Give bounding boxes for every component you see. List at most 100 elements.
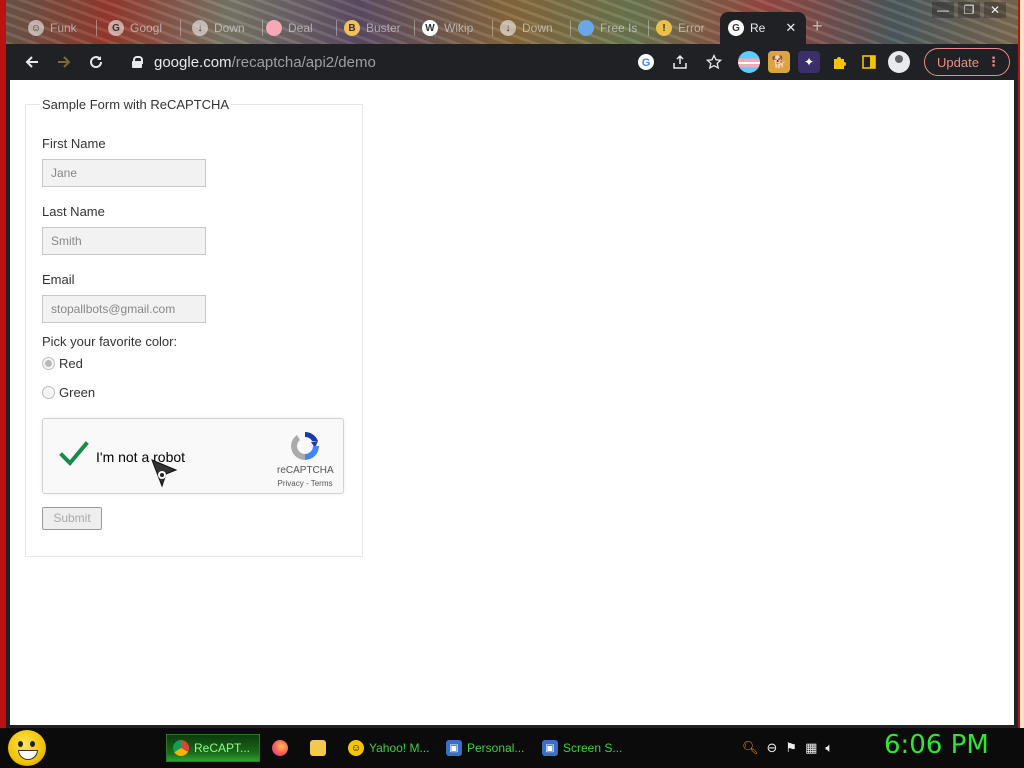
tab-label: Down — [214, 21, 245, 35]
url-path: /recaptcha/api2/demo — [231, 53, 376, 71]
svg-text:G: G — [642, 57, 651, 69]
ufo-extension-icon[interactable]: ✦ — [798, 51, 820, 73]
checkmark-icon[interactable] — [59, 439, 89, 469]
reload-icon — [90, 56, 103, 69]
download-favicon-icon: ↓ — [500, 20, 516, 36]
doge-extension-icon[interactable]: 🐕 — [768, 51, 790, 73]
tab-label: Error — [678, 21, 705, 35]
tab-recaptcha-active[interactable]: G Re ✕ — [720, 12, 806, 44]
tab-2[interactable]: G Googl — [100, 14, 176, 42]
page-content: Sample Form with ReCAPTCHA First Name La… — [10, 80, 1014, 725]
share-icon[interactable] — [668, 50, 692, 74]
tab-label: Re — [750, 21, 766, 35]
tab-3[interactable]: ↓ Down — [184, 14, 260, 42]
tab-label: Free Is — [600, 21, 638, 35]
url-host: google.com — [154, 53, 232, 71]
error-favicon-icon: ! — [656, 20, 672, 36]
close-window-button[interactable]: ✕ — [984, 2, 1006, 18]
google-favicon-icon: G — [728, 20, 744, 36]
google-lens-icon[interactable]: G — [634, 50, 658, 74]
tab-6[interactable]: W Wikip — [414, 14, 490, 42]
tab-7[interactable]: ↓ Down — [492, 14, 568, 42]
form-body: First Name Last Name Email Pick your fav… — [25, 97, 363, 557]
taskbar-item-yahoo[interactable]: ☺ Yahoo! M... — [342, 734, 434, 762]
tab-label: Funk — [50, 21, 77, 35]
color-option-red[interactable]: Red — [42, 356, 83, 371]
bookmark-star-icon[interactable] — [702, 50, 726, 74]
side-panel-icon[interactable] — [858, 51, 880, 73]
green-radio[interactable] — [42, 386, 55, 399]
taskbar-clock[interactable]: 6:06 PM — [884, 730, 989, 760]
monitor-icon: ▣ — [542, 740, 558, 756]
color-prompt: Pick your favorite color: — [42, 334, 178, 349]
taskbar-label: Screen S... — [563, 741, 623, 755]
tab-label: Buster — [366, 21, 401, 35]
back-button[interactable] — [16, 46, 48, 78]
update-label: Update — [937, 54, 979, 70]
recaptcha-brand: reCAPTCHA — [277, 465, 334, 476]
red-radio-label: Red — [59, 356, 83, 371]
buster-favicon-icon: B — [344, 20, 360, 36]
color-option-green[interactable]: Green — [42, 385, 95, 400]
tab-label: Down — [522, 21, 553, 35]
new-tab-button[interactable]: + — [812, 16, 823, 37]
mouse-cursor-icon — [151, 459, 178, 488]
taskbar-item-screen[interactable]: ▣ Screen S... — [536, 734, 628, 762]
volume-icon[interactable]: 🔈︎ — [825, 740, 833, 756]
taskbar-label: Personal... — [467, 741, 525, 755]
puzzle-extensions-icon[interactable] — [828, 51, 850, 73]
recaptcha-logo-icon — [291, 432, 319, 460]
flag-icon[interactable]: ⚑ — [785, 740, 797, 756]
arrow-left-icon — [25, 56, 38, 68]
google-favicon-icon: G — [108, 20, 124, 36]
profile-avatar-icon[interactable] — [888, 51, 910, 73]
monitor-icon: ▣ — [446, 740, 462, 756]
last-name-field[interactable] — [42, 227, 206, 255]
taskbar-item-folder[interactable] — [304, 734, 334, 762]
minimize-button[interactable]: — — [932, 2, 954, 18]
start-smiley-button[interactable] — [8, 730, 46, 766]
emoji-favicon-icon: ☺ — [28, 20, 44, 36]
tab-label: Deal — [288, 21, 313, 35]
tab-5[interactable]: B Buster — [336, 14, 412, 42]
yahoo-messenger-icon: ☺ — [348, 740, 364, 756]
submit-button[interactable]: Submit — [42, 507, 102, 530]
minus-circle-icon[interactable]: ⊖ — [767, 740, 778, 756]
taskbar-item-firefox[interactable] — [266, 734, 296, 762]
tab-9[interactable]: ! Error — [648, 14, 724, 42]
chrome-icon — [173, 740, 189, 756]
red-radio[interactable] — [42, 357, 55, 370]
tab-1[interactable]: ☺ Funk — [20, 14, 90, 42]
taskbar-item-personal[interactable]: ▣ Personal... — [440, 734, 532, 762]
tab-8[interactable]: Free Is — [570, 14, 646, 42]
taskbar-label: ReCAPT... — [194, 741, 251, 755]
lock-icon[interactable] — [132, 56, 143, 68]
taskbar-item-recaptcha[interactable]: ReCAPT... — [166, 734, 260, 762]
first-name-field[interactable] — [42, 159, 206, 187]
email-field[interactable] — [42, 295, 206, 323]
update-button[interactable]: Update ⋮ — [924, 48, 1010, 76]
taskbar-label: Yahoo! M... — [369, 741, 430, 755]
tab-close-icon[interactable]: ✕ — [785, 20, 796, 36]
flag-favicon-icon — [266, 20, 282, 36]
window-controls: — ❐ ✕ — [932, 2, 1006, 18]
privacy-terms-links[interactable]: Privacy - Terms — [275, 479, 335, 488]
first-name-label: First Name — [42, 136, 106, 151]
reload-button[interactable] — [80, 46, 112, 78]
folder-icon — [310, 740, 326, 756]
browser-toolbar: google.com/recaptcha/api2/demo G 🐕 ✦ Upd… — [6, 44, 1018, 80]
system-tray: 🔍︎ ⊖ ⚑ ▦ 🔈︎ — [742, 734, 833, 762]
pride-flag-extension-icon[interactable] — [738, 51, 760, 73]
menu-dots-icon[interactable]: ⋮ — [987, 54, 1000, 70]
firefox-icon — [272, 740, 288, 756]
bottle-favicon-icon — [578, 20, 594, 36]
search-icon[interactable]: 🔍︎ — [742, 740, 759, 756]
forward-button[interactable] — [48, 46, 80, 78]
tab-label: Googl — [130, 21, 163, 35]
network-icon[interactable]: ▦ — [805, 740, 817, 756]
wikipedia-favicon-icon: W — [422, 20, 438, 36]
tab-strip: ☺ Funk G Googl ↓ Down Deal B Buster W Wi… — [6, 0, 1018, 44]
browser-window: ☺ Funk G Googl ↓ Down Deal B Buster W Wi… — [6, 0, 1018, 728]
maximize-button[interactable]: ❐ — [958, 2, 980, 18]
tab-4[interactable]: Deal — [258, 14, 334, 42]
